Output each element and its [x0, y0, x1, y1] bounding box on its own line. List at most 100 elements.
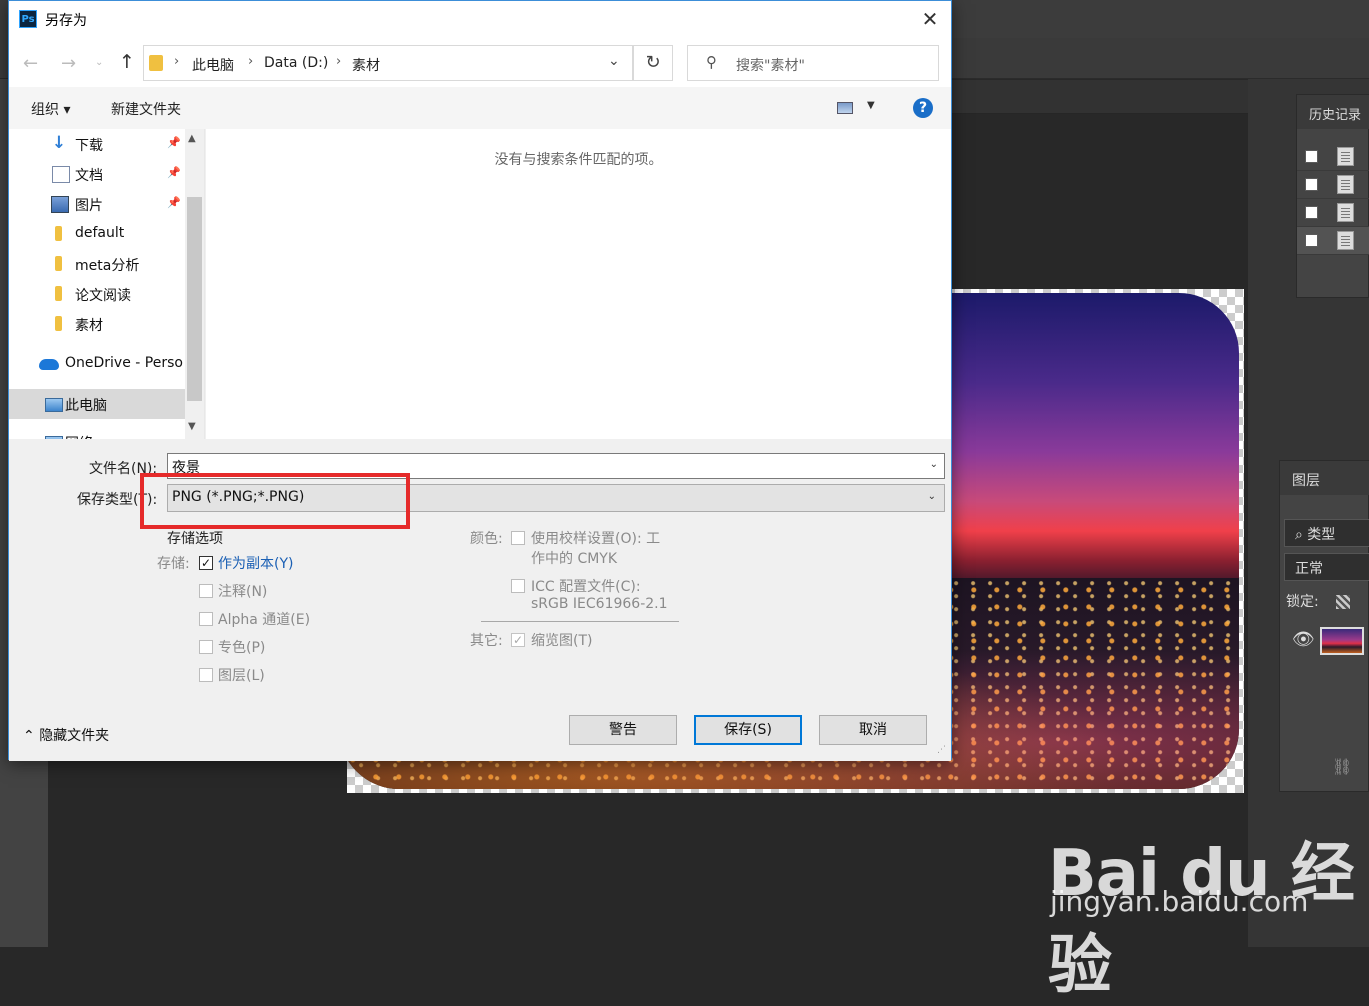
- cancel-button[interactable]: 取消: [819, 715, 927, 745]
- back-arrow-icon[interactable]: ←: [23, 53, 38, 74]
- tree-item-downloads[interactable]: ↓ 下载 📌: [9, 129, 189, 159]
- thumbnail-label[interactable]: 缩览图(T): [531, 630, 592, 650]
- folder-icon: [55, 286, 62, 301]
- layers-checkbox[interactable]: [199, 668, 213, 682]
- tree-item-label: default: [75, 225, 125, 241]
- history-state[interactable]: [1297, 143, 1369, 171]
- history-checkbox[interactable]: [1305, 178, 1318, 191]
- as-copy-checkbox[interactable]: ✓: [199, 556, 213, 570]
- breadcrumb-sucai[interactable]: 素材: [352, 55, 380, 75]
- pin-icon[interactable]: 📌: [167, 196, 181, 209]
- tree-item-paper-reading[interactable]: 论文阅读: [9, 279, 189, 309]
- tree-item-this-pc[interactable]: 此电脑: [9, 389, 189, 419]
- tree-item-label: 文档: [75, 168, 103, 184]
- alpha-channel-label[interactable]: Alpha 通道(E): [218, 609, 310, 629]
- document-icon: [1337, 175, 1354, 194]
- scroll-up-icon[interactable]: ▲: [188, 133, 196, 144]
- warning-button[interactable]: 警告: [569, 715, 677, 745]
- breadcrumb-this-pc[interactable]: 此电脑: [192, 55, 234, 75]
- save-button[interactable]: 保存(S): [694, 715, 802, 745]
- history-panel-title[interactable]: 历史记录: [1297, 95, 1369, 129]
- scroll-down-icon[interactable]: ▼: [188, 421, 196, 432]
- tree-item-network[interactable]: 网络: [9, 427, 189, 439]
- folder-icon: [55, 226, 62, 241]
- tree-item-pictures[interactable]: 图片 📌: [9, 189, 189, 219]
- highlight-annotation: [140, 473, 410, 529]
- view-options-icon[interactable]: [837, 102, 853, 114]
- recent-locations-chevron-icon[interactable]: ⌄: [95, 57, 103, 68]
- breadcrumb-separator-icon[interactable]: ›: [336, 54, 341, 69]
- history-checkbox[interactable]: [1305, 234, 1318, 247]
- forward-arrow-icon[interactable]: →: [61, 53, 76, 74]
- tree-item-default[interactable]: default: [9, 219, 189, 249]
- organize-menu[interactable]: 组织 ▾: [31, 99, 70, 119]
- ps-options-bar: [952, 38, 1369, 79]
- refresh-button[interactable]: ↻: [633, 45, 673, 81]
- document-icon: [1337, 147, 1354, 166]
- scrollbar-thumb[interactable]: [187, 197, 202, 401]
- chevron-down-icon[interactable]: ⌄: [928, 491, 936, 502]
- pin-icon[interactable]: 📌: [167, 136, 181, 149]
- proof-setup-checkbox[interactable]: [511, 531, 525, 545]
- alpha-channel-checkbox[interactable]: [199, 612, 213, 626]
- history-state[interactable]: [1297, 199, 1369, 227]
- blend-mode-select[interactable]: 正常: [1284, 553, 1369, 581]
- thumbnail-checkbox[interactable]: ✓: [511, 633, 525, 647]
- tree-item-documents[interactable]: 文档 📌: [9, 159, 189, 189]
- file-list[interactable]: 没有与搜索条件匹配的项。: [206, 129, 951, 439]
- new-folder-button[interactable]: 新建文件夹: [111, 99, 181, 119]
- as-copy-label[interactable]: 作为副本(Y): [218, 553, 293, 573]
- icc-profile-value: sRGB IEC61966-2.1: [531, 596, 668, 612]
- link-icon[interactable]: ⛓: [1332, 757, 1352, 776]
- pin-icon[interactable]: 📌: [167, 166, 181, 179]
- tree-item-sucai[interactable]: 素材: [9, 309, 189, 339]
- help-icon[interactable]: ?: [913, 98, 933, 118]
- icc-profile-label[interactable]: ICC 配置文件(C):: [531, 576, 641, 596]
- document-icon: [52, 166, 70, 183]
- history-panel: 历史记录: [1296, 94, 1369, 298]
- chevron-down-icon[interactable]: ⌄: [608, 53, 620, 69]
- close-icon[interactable]: ✕: [917, 7, 943, 33]
- breadcrumb-separator-icon[interactable]: ›: [248, 54, 253, 69]
- resize-grip-icon[interactable]: ⋰: [937, 745, 946, 755]
- notes-label[interactable]: 注释(N): [218, 581, 267, 601]
- download-icon: ↓: [51, 133, 67, 153]
- hide-folders-toggle[interactable]: ⌃ 隐藏文件夹: [23, 725, 109, 745]
- title-bar[interactable]: Ps 另存为 ✕: [9, 1, 951, 39]
- layer-filter-select[interactable]: ⌕ 类型: [1284, 519, 1369, 547]
- onedrive-icon: [39, 359, 59, 370]
- layers-panel: 图层 ⌕ 类型 正常 锁定: 👁 ⛓: [1279, 460, 1369, 792]
- view-dropdown-icon[interactable]: ▼: [867, 100, 875, 111]
- tree-item-label: 论文阅读: [75, 288, 131, 304]
- tree-item-onedrive[interactable]: OneDrive - Perso: [9, 349, 189, 379]
- history-checkbox[interactable]: [1305, 150, 1318, 163]
- breadcrumb-separator-icon[interactable]: ›: [174, 54, 179, 69]
- tab-layers[interactable]: 图层: [1280, 461, 1369, 495]
- search-input[interactable]: ⚲ 搜索"素材": [687, 45, 939, 81]
- spot-color-label[interactable]: 专色(P): [218, 637, 265, 657]
- chevron-down-icon[interactable]: ⌄: [930, 459, 938, 470]
- up-arrow-icon[interactable]: ↑: [119, 51, 135, 73]
- save-options-heading: 存储选项: [167, 531, 223, 547]
- search-icon: ⚲: [706, 53, 717, 71]
- icc-profile-checkbox[interactable]: [511, 579, 525, 593]
- history-state[interactable]: [1297, 227, 1369, 255]
- tree-item-label: 素材: [75, 318, 103, 334]
- history-checkbox[interactable]: [1305, 206, 1318, 219]
- other-label: 其它:: [470, 633, 503, 649]
- nav-pane-scrollbar[interactable]: ▲ ▼: [185, 129, 204, 439]
- layer-thumbnail[interactable]: [1320, 627, 1364, 655]
- history-state[interactable]: [1297, 171, 1369, 199]
- spot-color-checkbox[interactable]: [199, 640, 213, 654]
- navigation-bar: ← → ⌄ ↑ › 此电脑 › Data (D:) › 素材 ⌄ ↻ ⚲ 搜索"…: [9, 39, 951, 87]
- address-bar[interactable]: › 此电脑 › Data (D:) › 素材 ⌄: [143, 45, 633, 81]
- tree-item-meta-analysis[interactable]: meta分析: [9, 249, 189, 279]
- lock-transparency-icon[interactable]: [1336, 595, 1350, 609]
- eye-icon[interactable]: 👁: [1292, 629, 1315, 650]
- proof-setup-label[interactable]: 使用校样设置(O): 工: [531, 528, 660, 548]
- breadcrumb-data-drive[interactable]: Data (D:): [264, 55, 328, 71]
- layers-label[interactable]: 图层(L): [218, 665, 265, 685]
- options-divider: [481, 621, 679, 622]
- tree-item-label: 此电脑: [65, 398, 107, 414]
- notes-checkbox[interactable]: [199, 584, 213, 598]
